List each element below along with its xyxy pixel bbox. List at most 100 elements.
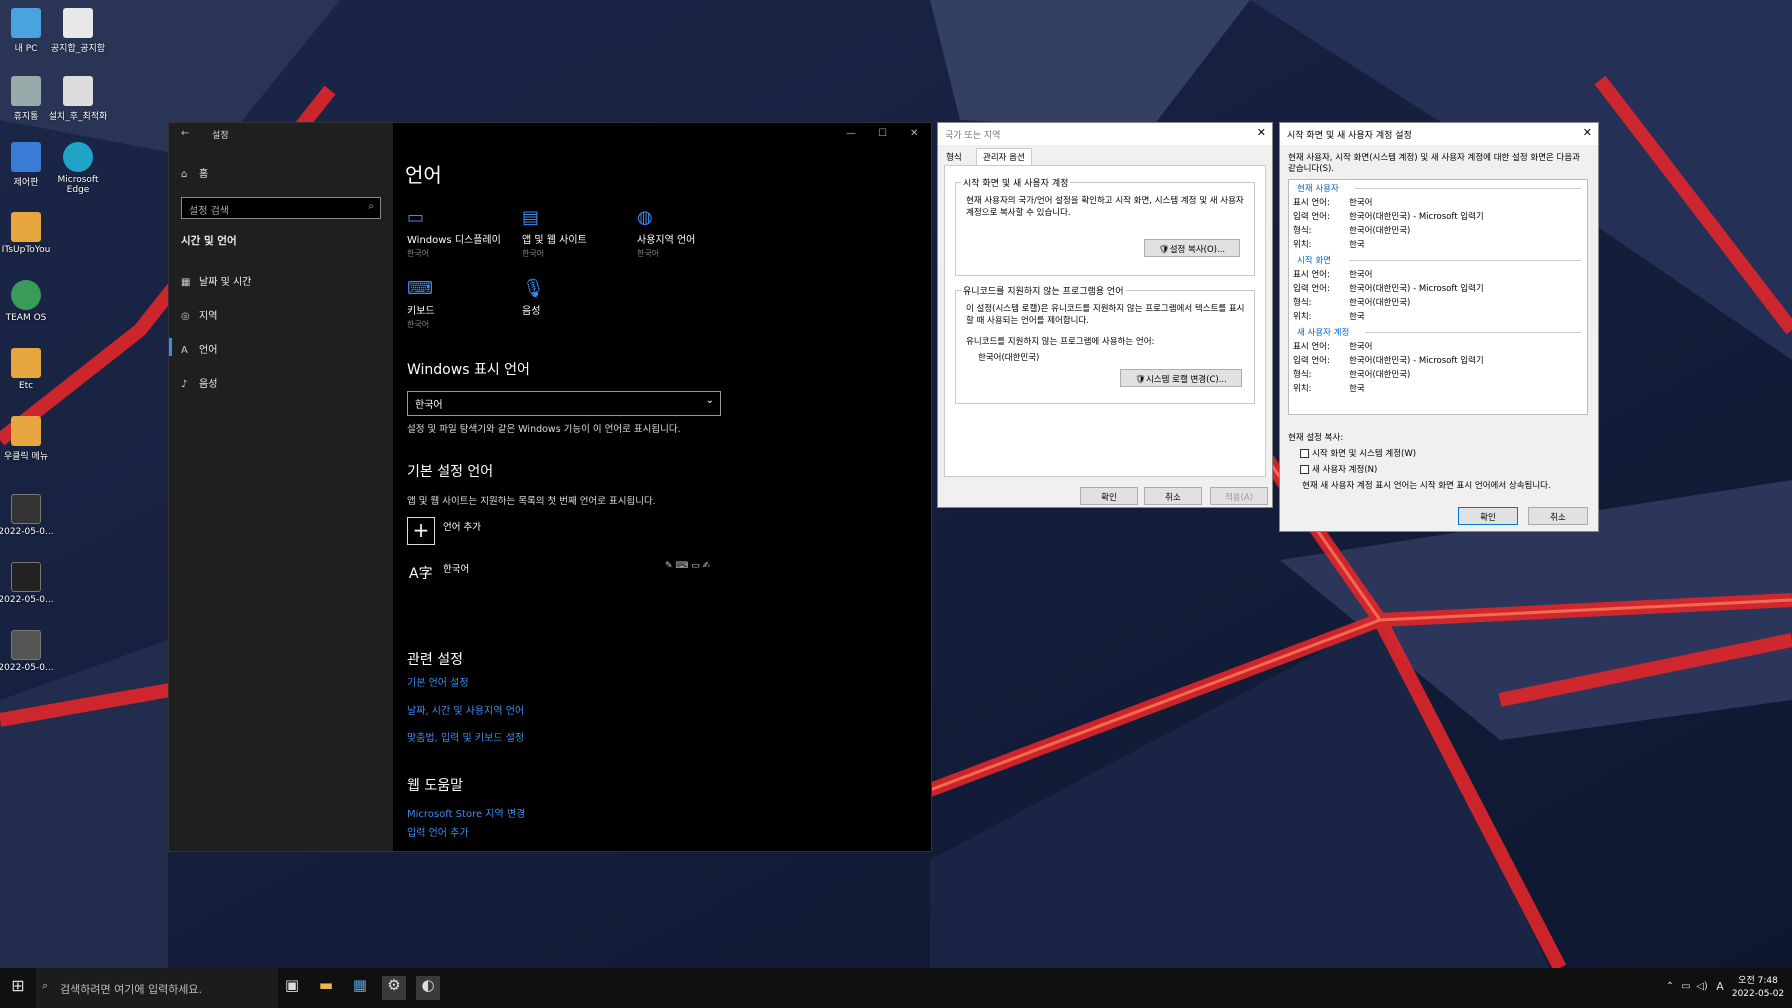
settings-gear-icon[interactable]: ⚙ bbox=[382, 976, 406, 1000]
image-file-icon bbox=[11, 630, 41, 660]
desktop-icon-screenshot-1[interactable]: 2022-05-0... bbox=[0, 494, 56, 537]
windows-start-icon[interactable]: ⊞ bbox=[6, 976, 30, 1000]
search-icon: ⌕ bbox=[42, 979, 49, 992]
desktop-icon-edge[interactable]: Microsoft Edge bbox=[48, 142, 108, 195]
chevron-down-icon: ⌄ bbox=[705, 395, 714, 406]
copy-settings-button[interactable]: 🛡설정 복사(O)... bbox=[1144, 239, 1240, 257]
folder-icon bbox=[11, 348, 41, 378]
related-settings-heading: 관련 설정 bbox=[407, 652, 463, 668]
computer-icon bbox=[11, 8, 41, 38]
region-dialog: 국가 또는 지역 ✕ 형식 관리자 옵션 시작 화면 및 새 사용자 계정 현재 … bbox=[937, 122, 1273, 508]
tab-format[interactable]: 형식 bbox=[946, 151, 962, 163]
home-icon: ⌂ bbox=[181, 169, 188, 180]
desktop-icon-etc[interactable]: Etc bbox=[0, 348, 56, 391]
gear-icon bbox=[63, 76, 93, 106]
tile-speech[interactable]: 🎙 음성 bbox=[522, 278, 632, 317]
change-system-locale-button[interactable]: 🛡시스템 로캘 변경(C)... bbox=[1120, 369, 1242, 387]
language-glyph-icon: A字 bbox=[409, 566, 433, 582]
desktop-icon-team-os[interactable]: TEAM OS bbox=[0, 280, 56, 323]
add-language-button[interactable]: 언어 추가 bbox=[443, 519, 481, 533]
image-file-icon bbox=[11, 562, 41, 592]
search-icon: ⌕ bbox=[368, 201, 374, 212]
taskbar-search-input[interactable]: ⌕ 검색하려면 여기에 입력하세요. bbox=[36, 968, 278, 1008]
link-spelling-typing-keyboard[interactable]: 맞춤법, 입력 및 키보드 설정 bbox=[407, 729, 524, 744]
nav-speech[interactable]: ♪ 음성 bbox=[181, 375, 217, 390]
section-current-user: 현재 사용자 bbox=[1297, 184, 1339, 194]
language-item-korean[interactable]: 한국어 bbox=[443, 561, 469, 575]
cancel-button[interactable]: 취소 bbox=[1144, 487, 1202, 505]
settings-summary-box: 현재 사용자 표시 언어: 한국어 입력 언어: 한국어(대한민국) - Micro… bbox=[1288, 179, 1588, 415]
tile-windows-display[interactable]: ▭ Windows 디스플레이 한국어 bbox=[407, 207, 517, 259]
preferred-language-heading: 기본 설정 언어 bbox=[407, 464, 494, 480]
ime-indicator[interactable]: A bbox=[1708, 980, 1732, 1004]
display-language-dropdown[interactable]: 한국어 ⌄ bbox=[407, 391, 721, 416]
ok-button[interactable]: 확인 bbox=[1080, 487, 1138, 505]
section-welcome-screen: 시작 화면 bbox=[1297, 256, 1331, 266]
link-date-time-region[interactable]: 날짜, 시간 및 사용지역 언어 bbox=[407, 702, 524, 717]
desktop-icon-screenshot-2[interactable]: 2022-05-0... bbox=[0, 562, 56, 605]
store-icon[interactable]: ▦ bbox=[348, 976, 372, 1000]
close-icon[interactable]: ✕ bbox=[1583, 126, 1592, 139]
close-icon[interactable]: ✕ bbox=[1257, 126, 1266, 139]
file-explorer-icon[interactable]: ▬ bbox=[314, 976, 338, 1000]
edge-icon bbox=[63, 142, 93, 172]
settings-sidebar: ← 설정 ⌂ 홈 설정 검색 ⌕ 시간 및 언어 ▦ 날짜 및 시간 ◎ 지역 A 언어 … bbox=[169, 123, 393, 851]
settings-search-input[interactable]: 설정 검색 ⌕ bbox=[181, 197, 381, 219]
image-file-icon bbox=[11, 494, 41, 524]
tile-apps-websites[interactable]: ▤ 앱 및 웹 사이트 한국어 bbox=[522, 207, 632, 259]
desktop-icon-optimize[interactable]: 설치_후_최적화 bbox=[48, 76, 108, 122]
checkbox-icon[interactable] bbox=[1300, 465, 1309, 474]
ok-button[interactable]: 확인 bbox=[1458, 507, 1518, 525]
preferred-language-description: 앱 및 웹 사이트는 지원하는 목록의 첫 번째 언어로 표시됩니다. bbox=[407, 496, 656, 507]
microphone-icon: 🎙 bbox=[522, 278, 545, 299]
desktop-icon-itsuptoyou[interactable]: ITsUpToYou bbox=[0, 212, 56, 255]
copy-settings-label: 현재 설정 복사: bbox=[1288, 433, 1344, 443]
desktop-icon-context-menu[interactable]: 우클릭 메뉴 bbox=[0, 416, 56, 462]
language-feature-icons: ✎ ⌨ ▭ ✍ bbox=[665, 561, 711, 571]
nav-home[interactable]: ⌂ 홈 bbox=[181, 165, 208, 180]
welcome-settings-dialog: 시작 화면 및 새 사용자 계정 설정 ✕ 현재 사용자, 시작 화면(시스템 계… bbox=[1279, 122, 1599, 532]
link-add-input-language[interactable]: 입력 언어 추가 bbox=[407, 824, 469, 839]
cancel-button[interactable]: 취소 bbox=[1528, 507, 1588, 525]
globe-region-icon: ◎ bbox=[181, 311, 190, 322]
checkbox-icon[interactable] bbox=[1300, 449, 1309, 458]
apply-button[interactable]: 적용(A) bbox=[1210, 487, 1268, 505]
taskbar: ⊞ ⌕ 검색하려면 여기에 입력하세요. ▣ ▬ ▦ ⚙ ◐ ⌃ ▭ ◁) A 오… bbox=[0, 968, 1792, 1008]
back-arrow-icon[interactable]: ← bbox=[181, 128, 189, 139]
page-title: 언어 bbox=[405, 163, 442, 187]
desktop-icon-notice[interactable]: 공지합_공지함 bbox=[48, 8, 108, 54]
web-help-heading: 웹 도움말 bbox=[407, 778, 463, 794]
checkbox-welcome-system[interactable]: 시작 화면 및 시스템 계정(W) bbox=[1300, 447, 1416, 459]
nav-date-time[interactable]: ▦ 날짜 및 시간 bbox=[181, 273, 251, 288]
control-panel-taskbar-icon[interactable]: ◐ bbox=[416, 976, 440, 1000]
tab-admin-options[interactable]: 관리자 옵션 bbox=[976, 148, 1032, 165]
clock[interactable]: 오전 7:48 2022-05-02 bbox=[1730, 975, 1786, 1001]
keyboard-icon: ⌨ bbox=[407, 278, 433, 299]
tile-keyboard[interactable]: ⌨ 키보드 한국어 bbox=[407, 278, 517, 330]
region-dialog-titlebar: 국가 또는 지역 ✕ bbox=[938, 123, 1272, 145]
window-title: 설정 bbox=[212, 131, 229, 141]
system-locale-group: 유니코드를 지원하지 않는 프로그램용 언어 이 설정(시스템 로캘)은 유니코… bbox=[955, 284, 1255, 404]
browser-window-icon: ▤ bbox=[522, 207, 540, 228]
language-icon: A bbox=[181, 345, 188, 356]
folder-icon bbox=[11, 212, 41, 242]
settings-main: 언어 ▭ Windows 디스플레이 한국어 ▤ 앱 및 웹 사이트 한국어 ◍ 사용지역… bbox=[405, 123, 919, 851]
inherit-note: 현재 새 사용자 계정 표시 언어는 시작 화면 표시 언어에서 상속됩니다. bbox=[1302, 481, 1551, 491]
welcome-group: 시작 화면 및 새 사용자 계정 현재 사용자의 국가/언어 설정을 확인하고 … bbox=[955, 176, 1255, 276]
add-language-plus-icon[interactable]: + bbox=[407, 517, 435, 545]
calendar-clock-icon: ▦ bbox=[181, 277, 191, 288]
task-view-icon[interactable]: ▣ bbox=[280, 976, 304, 1000]
system-locale-value: 한국어(대한민국) bbox=[978, 353, 1040, 363]
control-panel-icon bbox=[11, 142, 41, 172]
globe-settings-icon: ◍ bbox=[637, 207, 653, 228]
link-admin-language-settings[interactable]: 기본 언어 설정 bbox=[407, 674, 469, 689]
link-store-region[interactable]: Microsoft Store 지역 변경 bbox=[407, 805, 525, 820]
recycle-bin-icon bbox=[11, 76, 41, 106]
nav-region[interactable]: ◎ 지역 bbox=[181, 307, 217, 322]
tile-regional-format[interactable]: ◍ 사용지역 언어 한국어 bbox=[637, 207, 747, 259]
monitor-icon: ▭ bbox=[407, 207, 425, 228]
desktop-icon-screenshot-3[interactable]: 2022-05-0... bbox=[0, 630, 56, 673]
checkbox-new-user[interactable]: 새 사용자 계정(N) bbox=[1300, 463, 1377, 475]
shield-icon: 🛡 bbox=[1158, 245, 1170, 255]
nav-language[interactable]: A 언어 bbox=[181, 341, 217, 356]
